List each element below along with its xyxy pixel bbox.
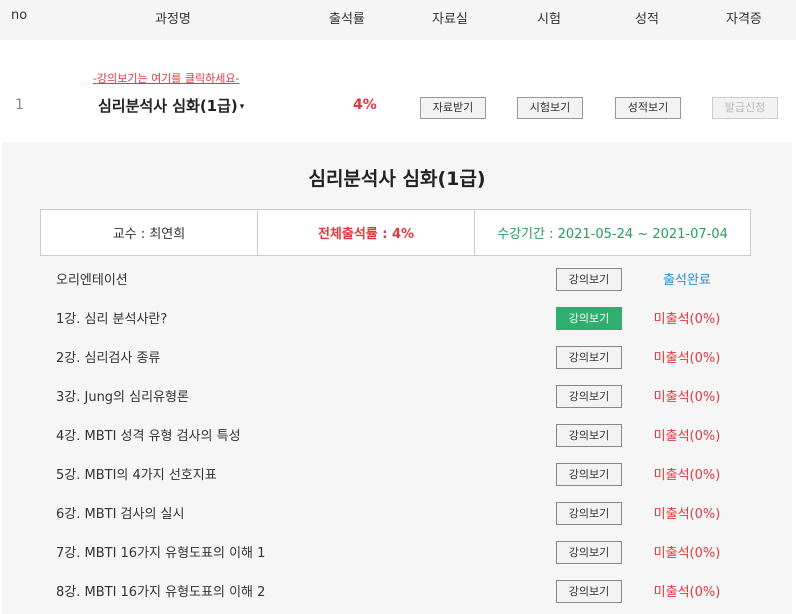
header-certificate: 자격증 (726, 12, 762, 27)
watch-lecture-button[interactable]: 강의보기 (556, 385, 622, 408)
caret-down-icon: ▾ (239, 102, 245, 112)
watch-lecture-button[interactable]: 강의보기 (556, 346, 622, 369)
course-title[interactable]: 심리분석사 심화(1급) ▾ (98, 95, 244, 116)
attendance-status: 미출석(0%) (653, 585, 721, 600)
lesson-title: 3강. Jung의 심리유형론 (56, 390, 189, 405)
attendance-status: 미출석(0%) (653, 546, 721, 561)
attendance-status: 미출석(0%) (653, 351, 721, 366)
issue-certificate-button[interactable]: 발급신청 (712, 97, 778, 119)
course-title-text: 심리분석사 심화(1급) (98, 97, 238, 115)
header-grade: 성적 (635, 12, 659, 27)
lesson-row: 3강. Jung의 심리유형론 강의보기 미출석(0%) (2, 385, 792, 409)
lesson-row: 6강. MBTI 검사의 실시 강의보기 미출석(0%) (2, 502, 792, 526)
watch-lecture-button[interactable]: 강의보기 (556, 541, 622, 564)
header-attendance: 출석률 (329, 12, 365, 27)
lesson-title: 1강. 심리 분석사란? (56, 312, 168, 327)
download-materials-button[interactable]: 자료받기 (420, 97, 486, 119)
watch-lecture-button[interactable]: 강의보기 (556, 268, 622, 291)
lesson-row: 1강. 심리 분석사란? 강의보기 미출석(0%) (2, 307, 792, 331)
detail-title: 심리분석사 심화(1급) (308, 168, 486, 190)
course-detail-panel: 심리분석사 심화(1급) 교수 : 최연희 전체출석률 : 4% 수강기간 : … (2, 142, 792, 614)
lesson-title: 7강. MBTI 16가지 유형도표의 이해 1 (56, 546, 266, 561)
attendance-status: 미출석(0%) (653, 507, 721, 522)
watch-lecture-button[interactable]: 강의보기 (556, 502, 622, 525)
professor-label: 교수 : 최연희 (41, 210, 258, 255)
watch-lecture-button[interactable]: 강의보기 (556, 580, 622, 603)
attendance-status: 미출석(0%) (653, 390, 721, 405)
course-number: 1 (15, 97, 24, 113)
watch-lecture-button[interactable]: 강의보기 (556, 307, 622, 330)
header-course: 과정명 (155, 12, 191, 27)
lesson-row: 5강. MBTI의 4가지 선호지표 강의보기 미출석(0%) (2, 463, 792, 487)
watch-lecture-button[interactable]: 강의보기 (556, 424, 622, 447)
course-info-box: 교수 : 최연희 전체출석률 : 4% 수강기간 : 2021-05-24 ~ … (40, 209, 751, 256)
header-no: no (11, 8, 28, 23)
attendance-status: 미출석(0%) (653, 468, 721, 483)
take-exam-button[interactable]: 시험보기 (517, 97, 583, 119)
lesson-row: 7강. MBTI 16가지 유형도표의 이해 1 강의보기 미출석(0%) (2, 541, 792, 565)
lesson-title: 5강. MBTI의 4가지 선호지표 (56, 468, 217, 483)
table-header: no 과정명 출석률 자료실 시험 성적 자격증 (0, 0, 796, 40)
study-period-label: 수강기간 : 2021-05-24 ~ 2021-07-04 (497, 227, 728, 242)
header-materials: 자료실 (432, 12, 468, 27)
course-row: -강의보기는 여기를 클릭하세요- 1 심리분석사 심화(1급) ▾ 4% 자료받… (0, 40, 796, 142)
course-attendance-rate: 4% (353, 97, 377, 113)
lesson-row: 2강. 심리검사 종류 강의보기 미출석(0%) (2, 346, 792, 370)
lesson-title: 오리엔테이션 (56, 273, 128, 288)
lesson-row: 8강. MBTI 16가지 유형도표의 이해 2 강의보기 미출석(0%) (2, 580, 792, 604)
lesson-row: 오리엔테이션 강의보기 출석완료 (2, 268, 792, 292)
lesson-row: 4강. MBTI 성격 유형 검사의 특성 강의보기 미출석(0%) (2, 424, 792, 448)
attendance-status: 미출석(0%) (653, 429, 721, 444)
view-grade-button[interactable]: 성적보기 (615, 97, 681, 119)
attendance-status: 출석완료 (663, 273, 711, 288)
watch-lecture-button[interactable]: 강의보기 (556, 463, 622, 486)
header-exam: 시험 (537, 12, 561, 27)
lesson-title: 8강. MBTI 16가지 유형도표의 이해 2 (56, 585, 266, 600)
lesson-title: 4강. MBTI 성격 유형 검사의 특성 (56, 429, 241, 444)
attendance-status: 미출석(0%) (653, 312, 721, 327)
lecture-hint-link[interactable]: -강의보기는 여기를 클릭하세요- (93, 70, 240, 86)
lesson-title: 2강. 심리검사 종류 (56, 351, 161, 366)
lesson-title: 6강. MBTI 검사의 실시 (56, 507, 185, 522)
total-attendance-label: 전체출석률 : 4% (258, 210, 475, 255)
